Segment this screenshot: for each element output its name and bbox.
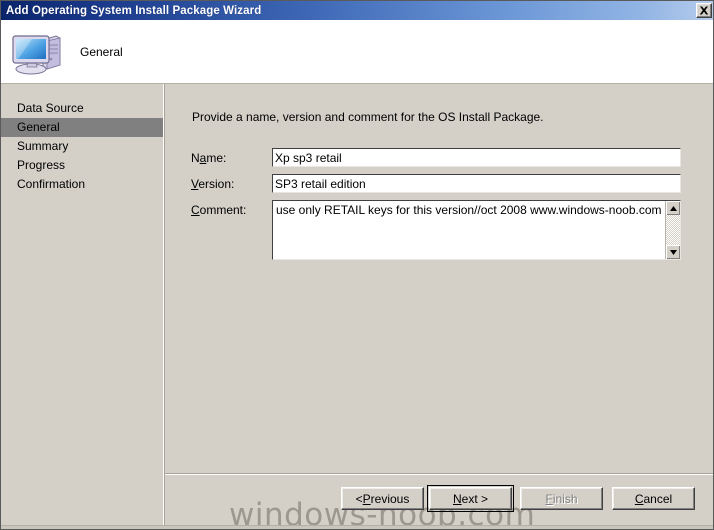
comment-label-accel: C	[191, 203, 200, 217]
name-label: Name:	[191, 151, 226, 165]
wizard-content-pane: Provide a name, version and comment for …	[165, 84, 713, 529]
finish-button-suffix: inish	[552, 491, 578, 506]
previous-button-accel: P	[362, 491, 371, 506]
comment-label: Comment:	[191, 203, 246, 217]
comment-scrollbar[interactable]	[665, 201, 680, 259]
wizard-footer: < Previous Next > Finish Cancel	[1, 485, 713, 517]
sidebar-item-general[interactable]: General	[1, 118, 163, 137]
sidebar-item-label: General	[17, 120, 60, 134]
wizard-window: Add Operating System Install Package Wiz…	[0, 0, 714, 530]
sidebar-item-label: Summary	[17, 139, 69, 153]
sidebar-item-data-source[interactable]: Data Source	[1, 99, 163, 118]
version-label-suffix: ersion:	[198, 177, 235, 191]
wizard-header: General	[1, 20, 713, 84]
previous-button[interactable]: < Previous	[341, 487, 424, 510]
previous-button-prefix: <	[355, 491, 363, 506]
name-input[interactable]	[272, 148, 681, 167]
computer-monitor-icon	[10, 27, 64, 77]
window-bottom-strip	[1, 525, 713, 529]
sidebar-item-summary[interactable]: Summary	[1, 137, 163, 156]
comment-label-suffix: omment:	[199, 203, 247, 217]
next-button[interactable]: Next >	[427, 485, 514, 512]
next-button-suffix: ext >	[461, 491, 489, 506]
window-title: Add Operating System Install Package Wiz…	[6, 4, 262, 17]
comment-text-value: use only RETAIL keys for this version//o…	[276, 203, 662, 217]
scroll-up-arrow-icon[interactable]	[666, 201, 680, 215]
finish-button: Finish	[520, 487, 603, 510]
name-label-prefix: N	[191, 151, 200, 165]
sidebar-item-label: Confirmation	[17, 177, 86, 191]
comment-textarea[interactable]: use only RETAIL keys for this version//o…	[272, 200, 681, 260]
scrollbar-track[interactable]	[666, 215, 680, 245]
wizard-body: Data Source General Summary Progress Con…	[1, 84, 713, 529]
name-label-suffix: me:	[206, 151, 227, 165]
instruction-text: Provide a name, version and comment for …	[192, 110, 544, 124]
sidebar-item-label: Progress	[17, 158, 66, 172]
close-button[interactable]	[696, 3, 712, 18]
version-label: Version:	[191, 177, 234, 191]
title-bar: Add Operating System Install Package Wiz…	[1, 1, 713, 20]
close-x-icon	[699, 6, 709, 15]
sidebar-item-progress[interactable]: Progress	[1, 156, 163, 175]
version-input[interactable]	[272, 174, 681, 193]
sidebar-item-confirmation[interactable]: Confirmation	[1, 175, 163, 194]
scroll-down-arrow-icon[interactable]	[666, 245, 680, 259]
cancel-button-suffix: ancel	[643, 491, 673, 506]
wizard-step-sidebar: Data Source General Summary Progress Con…	[1, 84, 164, 529]
previous-button-suffix: revious	[370, 491, 410, 506]
header-title: General	[80, 44, 123, 59]
finish-button-accel: F	[545, 491, 553, 506]
footer-separator-highlight	[165, 474, 713, 475]
cancel-button-accel: C	[634, 491, 644, 506]
sidebar-item-label: Data Source	[17, 101, 84, 115]
next-button-accel: N	[452, 491, 462, 506]
cancel-button[interactable]: Cancel	[612, 487, 695, 510]
